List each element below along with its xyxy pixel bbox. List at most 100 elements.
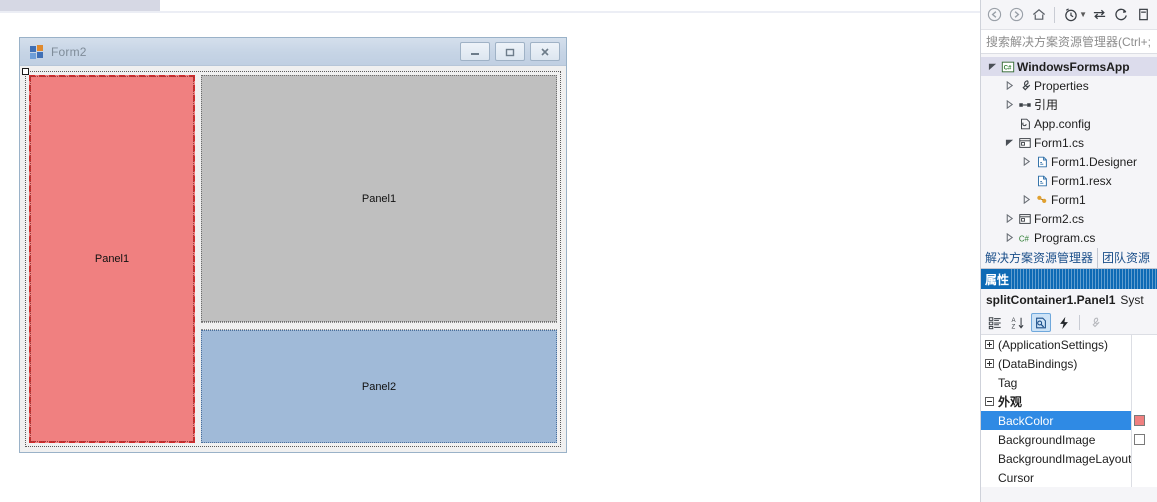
property-name: (DataBindings) — [998, 356, 1078, 371]
property-pages-button[interactable] — [1085, 313, 1105, 332]
alphabetical-button[interactable]: A Z — [1008, 313, 1028, 332]
right-split-container: Panel1 Panel2 — [201, 75, 557, 443]
forward-icon[interactable] — [1006, 4, 1026, 26]
tree-item-form1[interactable]: Form1 — [981, 190, 1157, 209]
property-name: BackgroundImage — [998, 432, 1096, 447]
chevron-down-icon[interactable]: ▼ — [1079, 10, 1087, 19]
config-file-icon — [1016, 117, 1034, 131]
tree-item-form1-resx[interactable]: Form1.resx — [981, 171, 1157, 190]
property-value[interactable] — [1131, 430, 1157, 449]
property-row[interactable]: (ApplicationSettings) — [981, 335, 1157, 354]
csharp-file-icon: C# — [1016, 231, 1034, 245]
property-row[interactable]: Tag — [981, 373, 1157, 392]
home-icon[interactable] — [1029, 4, 1049, 26]
property-name: BackColor — [998, 413, 1054, 428]
tree-item-label: WindowsFormsApp — [1017, 59, 1130, 74]
tree-item-form1-designer[interactable]: Form1.Designer — [981, 152, 1157, 171]
collapse-minus-icon[interactable] — [981, 397, 997, 406]
left-panel[interactable]: Panel1 — [29, 75, 195, 443]
designer-surface[interactable]: Form2 Panel1 Panel1 Panel2 — [0, 13, 980, 502]
code-file-icon — [1033, 174, 1051, 188]
expand-arrow-icon-expanded[interactable] — [985, 62, 999, 71]
tree-item-label: Program.cs — [1034, 230, 1096, 245]
tree-item-app-config[interactable]: App.config — [981, 114, 1157, 133]
tree-item-label: Form1 — [1051, 192, 1086, 207]
refresh-icon[interactable] — [1111, 4, 1131, 26]
expand-plus-icon[interactable] — [981, 359, 997, 368]
form-file-icon — [1016, 212, 1034, 226]
tree-item-[interactable]: 引用 — [981, 95, 1157, 114]
horizontal-splitter[interactable] — [201, 322, 557, 330]
property-row[interactable]: Cursor — [981, 468, 1157, 487]
events-button[interactable] — [1054, 313, 1074, 332]
property-value[interactable] — [1131, 411, 1157, 430]
form-client-area[interactable]: Panel1 Panel1 Panel2 — [20, 66, 566, 452]
categorized-button[interactable] — [985, 313, 1005, 332]
csharp-project-icon: C# — [999, 60, 1017, 74]
se-tab-1[interactable]: 团队资源 — [1098, 248, 1154, 268]
property-row[interactable]: BackgroundImageLayout — [981, 449, 1157, 468]
tree-item-form2-cs[interactable]: Form2.cs — [981, 209, 1157, 228]
split-container[interactable]: Panel1 Panel1 Panel2 — [22, 68, 561, 447]
sync-with-active-document-icon[interactable] — [1089, 4, 1109, 26]
tree-item-form1-cs[interactable]: Form1.cs — [981, 133, 1157, 152]
selection-grip-handle[interactable] — [22, 68, 29, 75]
property-row[interactable]: (DataBindings) — [981, 354, 1157, 373]
svg-text:C#: C# — [1004, 64, 1012, 71]
search-placeholder: 搜索解决方案资源管理器(Ctrl+; — [986, 35, 1152, 49]
tree-item-label: Form1.Designer — [1051, 154, 1138, 169]
tree-item-windowsformsapp[interactable]: C# WindowsFormsApp — [981, 57, 1157, 76]
se-tab-0[interactable]: 解决方案资源管理器 — [981, 248, 1099, 268]
solution-explorer-tree[interactable]: C# WindowsFormsApp Properties 引用 App.config F… — [981, 54, 1157, 247]
property-row[interactable]: BackColor — [981, 411, 1157, 430]
expand-arrow-icon-collapsed[interactable] — [1002, 100, 1016, 109]
expand-arrow-icon-collapsed[interactable] — [1002, 81, 1016, 90]
form-designer-window[interactable]: Form2 Panel1 Panel1 Panel2 — [19, 37, 567, 453]
properties-grid[interactable]: (ApplicationSettings) (DataBindings) Tag 外观… — [981, 335, 1157, 487]
expand-plus-icon[interactable] — [981, 340, 997, 349]
tree-item-program-cs[interactable]: C# Program.cs — [981, 228, 1157, 247]
expand-arrow-icon-collapsed[interactable] — [1019, 195, 1033, 204]
pending-changes-icon[interactable] — [1060, 4, 1080, 26]
references-icon — [1016, 98, 1034, 112]
solution-explorer-tab-bar[interactable]: 解决方案资源管理器 团队资源 — [981, 248, 1157, 269]
top-panel[interactable]: Panel1 — [201, 75, 557, 322]
expand-arrow-icon-collapsed[interactable] — [1002, 214, 1016, 223]
property-value[interactable] — [1131, 335, 1157, 354]
svg-text:Z: Z — [1011, 323, 1015, 329]
property-value[interactable] — [1131, 468, 1157, 487]
property-name: Tag — [998, 375, 1018, 390]
property-value[interactable] — [1131, 449, 1157, 468]
property-value[interactable] — [1131, 392, 1157, 411]
tree-item-properties[interactable]: Properties — [981, 76, 1157, 95]
caption-button-group — [460, 42, 560, 61]
bottom-panel[interactable]: Panel2 — [201, 330, 557, 443]
property-value[interactable] — [1131, 373, 1157, 392]
class-icon — [1033, 193, 1051, 207]
expand-arrow-icon-expanded[interactable] — [1002, 138, 1016, 147]
expand-arrow-icon-collapsed[interactable] — [1002, 233, 1016, 242]
expand-arrow-icon-collapsed[interactable] — [1019, 157, 1033, 166]
maximize-button[interactable] — [495, 42, 525, 61]
document-tab-strip[interactable] — [0, 0, 160, 11]
form-icon — [29, 44, 45, 60]
close-button[interactable] — [530, 42, 560, 61]
properties-wrench-icon — [1016, 79, 1034, 93]
tree-item-label: Form1.resx — [1051, 173, 1112, 188]
properties-selected-object[interactable]: splitContainer1.Panel1 Syst — [981, 289, 1157, 311]
properties-window-header: 属性 — [981, 269, 1157, 289]
solution-explorer-toolbar: ▼ — [981, 0, 1157, 30]
document-tab-strip-empty — [160, 0, 980, 11]
properties-button[interactable] — [1031, 313, 1051, 332]
tree-item-label: Properties — [1034, 78, 1089, 93]
code-file-icon — [1033, 155, 1051, 169]
property-row[interactable]: BackgroundImage — [981, 430, 1157, 449]
back-icon[interactable] — [984, 4, 1004, 26]
collapse-all-icon[interactable] — [1134, 4, 1154, 26]
search-solution-explorer-input[interactable]: 搜索解决方案资源管理器(Ctrl+; — [981, 30, 1157, 54]
property-row[interactable]: 外观 — [981, 392, 1157, 411]
property-value[interactable] — [1131, 354, 1157, 373]
minimize-button[interactable] — [460, 42, 490, 61]
property-name: (ApplicationSettings) — [998, 337, 1109, 352]
form-title-bar[interactable]: Form2 — [20, 38, 566, 66]
